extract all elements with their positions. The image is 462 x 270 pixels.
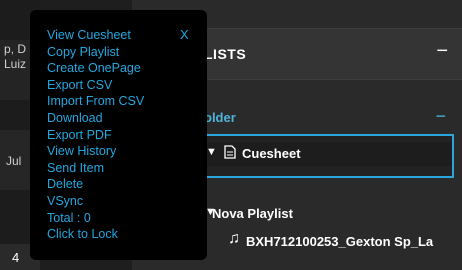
cuesheet-label: Cuesheet: [242, 146, 301, 161]
context-menu: X View Cuesheet Copy Playlist Create OnePa…: [30, 10, 207, 260]
playlists-header-title: LISTS: [204, 46, 247, 62]
menu-item-view-cuesheet[interactable]: View Cuesheet: [47, 28, 131, 42]
menu-item-click-to-lock[interactable]: Click to Lock: [47, 227, 118, 241]
menu-item-view-history[interactable]: View History: [47, 144, 116, 158]
menu-item-import-from-csv[interactable]: Import From CSV: [47, 94, 144, 108]
menu-item-export-csv[interactable]: Export CSV: [47, 78, 112, 92]
folder-label[interactable]: older: [204, 110, 236, 125]
document-icon: [224, 145, 236, 159]
expand-triangle-icon[interactable]: ▼: [206, 146, 217, 158]
collapse-playlists-button[interactable]: −: [436, 41, 448, 61]
menu-item-export-pdf[interactable]: Export PDF: [47, 128, 112, 142]
close-menu-button[interactable]: X: [180, 27, 189, 42]
cuesheet-item[interactable]: [202, 134, 454, 178]
collapse-folder-button[interactable]: −: [435, 106, 446, 127]
menu-item-total: Total : 0: [47, 210, 91, 225]
menu-item-create-onepage[interactable]: Create OnePage: [47, 61, 141, 75]
music-note-icon: ♫: [228, 230, 240, 247]
menu-item-delete[interactable]: Delete: [47, 177, 83, 191]
menu-item-download[interactable]: Download: [47, 111, 103, 125]
playlist-label[interactable]: Nova Playlist: [212, 206, 293, 221]
page-number[interactable]: 4: [12, 250, 19, 265]
menu-item-vsync[interactable]: VSync: [47, 194, 83, 208]
menu-item-send-item[interactable]: Send Item: [47, 161, 104, 175]
menu-item-copy-playlist[interactable]: Copy Playlist: [47, 45, 119, 59]
track-item[interactable]: BXH712100253_Gexton Sp_La: [246, 234, 433, 249]
